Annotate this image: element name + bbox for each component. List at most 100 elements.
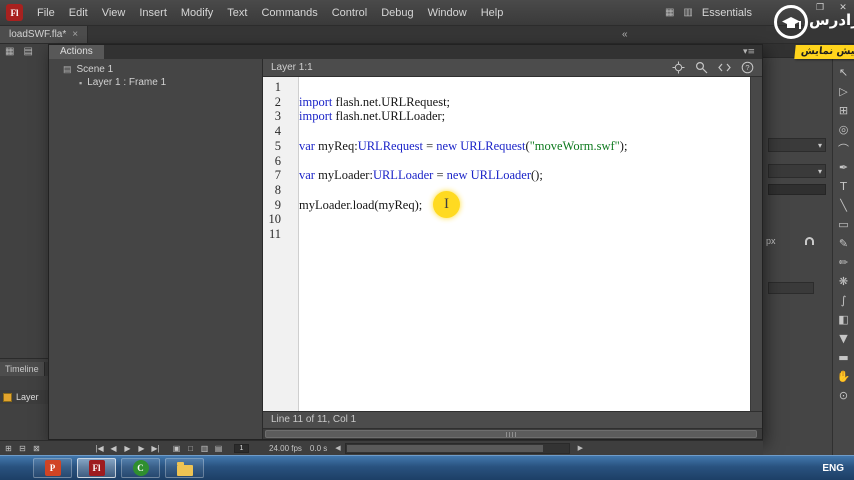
- dock-panel-icon-2[interactable]: ▤: [23, 46, 32, 57]
- menu-insert[interactable]: Insert: [132, 0, 174, 26]
- screen-mode-icon[interactable]: ▥: [683, 7, 692, 18]
- subselection-tool-icon[interactable]: ▷: [833, 82, 854, 101]
- menu-help[interactable]: Help: [474, 0, 511, 26]
- play-button[interactable]: ▶: [122, 444, 133, 453]
- code-line[interactable]: 9 myLoader.load(myReq);: [263, 198, 750, 213]
- px-unit-label: px: [766, 236, 776, 246]
- help-button[interactable]: ?: [741, 61, 754, 74]
- document-tab[interactable]: loadSWF.fla* ×: [0, 26, 89, 43]
- code-line[interactable]: 4: [263, 124, 750, 139]
- bone-tool-icon[interactable]: ∫: [833, 291, 854, 310]
- code-line[interactable]: 2 import flash.net.URLRequest;: [263, 95, 750, 110]
- hand-tool-icon[interactable]: ✋: [833, 367, 854, 386]
- menu-edit[interactable]: Edit: [62, 0, 95, 26]
- pen-tool-icon[interactable]: ✒: [833, 158, 854, 177]
- horizontal-scrollbar[interactable]: [263, 428, 762, 439]
- taskbar-powerpoint[interactable]: P: [33, 458, 72, 478]
- menu-file[interactable]: File: [30, 0, 62, 26]
- zoom-tool-icon[interactable]: ⊙: [833, 386, 854, 405]
- close-tab-icon[interactable]: ×: [72, 29, 78, 40]
- onion-skin-button[interactable]: □: [185, 444, 196, 453]
- free-transform-tool-icon[interactable]: ⊞: [833, 101, 854, 120]
- delete-layer-button[interactable]: ⊠: [31, 444, 42, 453]
- taskbar-camtasia[interactable]: C: [121, 458, 160, 478]
- menu-window[interactable]: Window: [421, 0, 474, 26]
- flash-icon: Fl: [88, 460, 105, 476]
- arrange-documents-icon[interactable]: ▦: [665, 7, 674, 18]
- onion-skin-outlines-button[interactable]: ▥: [199, 444, 210, 453]
- scroll-left-icon[interactable]: ◀: [335, 444, 340, 452]
- eraser-tool-icon[interactable]: ▬: [833, 348, 854, 367]
- code-line[interactable]: 3 import flash.net.URLLoader;: [263, 109, 750, 124]
- text-tool-icon[interactable]: T: [833, 177, 854, 196]
- insert-target-path-button[interactable]: [672, 61, 685, 74]
- properties-dropdown-2[interactable]: ▾: [768, 164, 826, 178]
- language-indicator[interactable]: ENG: [822, 463, 844, 474]
- paint-bucket-tool-icon[interactable]: ◧: [833, 310, 854, 329]
- code-area[interactable]: 1 2 import flash.net.URLRequest; 3 import fl…: [263, 77, 762, 411]
- timeline-layer-row[interactable]: Layer: [0, 390, 48, 404]
- code-line[interactable]: 7 var myLoader:URLLoader = new URLLoader(…: [263, 168, 750, 183]
- brush-tool-icon[interactable]: ✏: [833, 253, 854, 272]
- code-line[interactable]: 1: [263, 80, 750, 95]
- code-line[interactable]: 5 var myReq:URLRequest = new URLRequest("…: [263, 139, 750, 154]
- rectangle-tool-icon[interactable]: ▭: [833, 215, 854, 234]
- new-layer-button[interactable]: ⊞: [3, 444, 14, 453]
- find-button[interactable]: [695, 61, 708, 74]
- timeline-scrollbar[interactable]: [344, 442, 570, 454]
- snap-magnet-icon[interactable]: [805, 237, 814, 245]
- taskbar-flash[interactable]: Fl: [77, 458, 116, 478]
- properties-field[interactable]: [768, 184, 826, 195]
- frame-rate-label[interactable]: 24.00 fps: [269, 444, 302, 453]
- properties-button[interactable]: [768, 282, 814, 294]
- go-to-first-frame-button[interactable]: |◀: [94, 444, 105, 453]
- scroll-right-icon[interactable]: ▶: [578, 444, 583, 452]
- edit-multiple-frames-button[interactable]: ▤: [213, 444, 224, 453]
- current-frame-field[interactable]: 1: [234, 443, 249, 453]
- collapse-panels-icon[interactable]: «: [622, 26, 628, 43]
- layer-color-icon: [3, 392, 12, 402]
- panel-menu-icon[interactable]: ▾≡: [743, 45, 762, 59]
- vertical-scrollbar[interactable]: [750, 77, 762, 411]
- dock-panel-icon-1[interactable]: ▦: [5, 46, 14, 57]
- line-tool-icon[interactable]: ╲: [833, 196, 854, 215]
- 3d-rotation-tool-icon[interactable]: ◎: [833, 120, 854, 139]
- code-line[interactable]: 8: [263, 183, 750, 198]
- selection-tool-icon[interactable]: ↖: [833, 63, 854, 82]
- step-back-button[interactable]: ◀: [108, 444, 119, 453]
- svg-text:?: ?: [745, 63, 749, 72]
- center-frame-button[interactable]: ▣: [171, 444, 182, 453]
- go-to-last-frame-button[interactable]: ▶|: [150, 444, 161, 453]
- lasso-tool-icon[interactable]: ⌒: [833, 139, 854, 158]
- properties-dropdown-1[interactable]: ▾: [768, 138, 826, 152]
- taskbar-windows-explorer[interactable]: [165, 458, 204, 478]
- script-navigator: ▤ Scene 1 ▪ Layer 1 : Frame 1: [49, 59, 263, 439]
- line-number: 6: [274, 153, 281, 168]
- menu-text[interactable]: Text: [220, 0, 254, 26]
- navigator-item[interactable]: ▤ Scene 1: [49, 63, 262, 76]
- document-tab-label: loadSWF.fla*: [9, 29, 67, 40]
- navigator-item[interactable]: ▪ Layer 1 : Frame 1: [49, 76, 262, 89]
- code-snippets-button[interactable]: [718, 61, 731, 74]
- tab-timeline[interactable]: Timeline: [0, 362, 45, 376]
- timeline-scrollbar-thumb[interactable]: [346, 444, 543, 452]
- menu-modify[interactable]: Modify: [174, 0, 220, 26]
- scrollbar-thumb[interactable]: [265, 430, 757, 438]
- deco-tool-icon[interactable]: ❋: [833, 272, 854, 291]
- menu-control[interactable]: Control: [325, 0, 374, 26]
- menu-view[interactable]: View: [95, 0, 133, 26]
- code-line[interactable]: 11: [263, 227, 750, 242]
- menu-commands[interactable]: Commands: [254, 0, 324, 26]
- code-line[interactable]: 6: [263, 154, 750, 169]
- new-folder-button[interactable]: ⊟: [17, 444, 28, 453]
- tools-panel: ↖ ▷ ⊞ ◎ ⌒ ✒ T ╲ ▭ ✎ ✏ ❋ ∫ ◧ ▼ ▬ ✋ ⊙: [832, 58, 854, 455]
- magnifier-icon: [695, 61, 708, 74]
- tab-actions[interactable]: Actions: [49, 45, 104, 59]
- menu-debug[interactable]: Debug: [374, 0, 420, 26]
- pencil-tool-icon[interactable]: ✎: [833, 234, 854, 253]
- step-forward-button[interactable]: ▶: [136, 444, 147, 453]
- workspace-switcher[interactable]: Essentials: [702, 7, 752, 19]
- eyedropper-tool-icon[interactable]: ▼: [833, 329, 854, 348]
- code-line[interactable]: 10: [263, 212, 750, 227]
